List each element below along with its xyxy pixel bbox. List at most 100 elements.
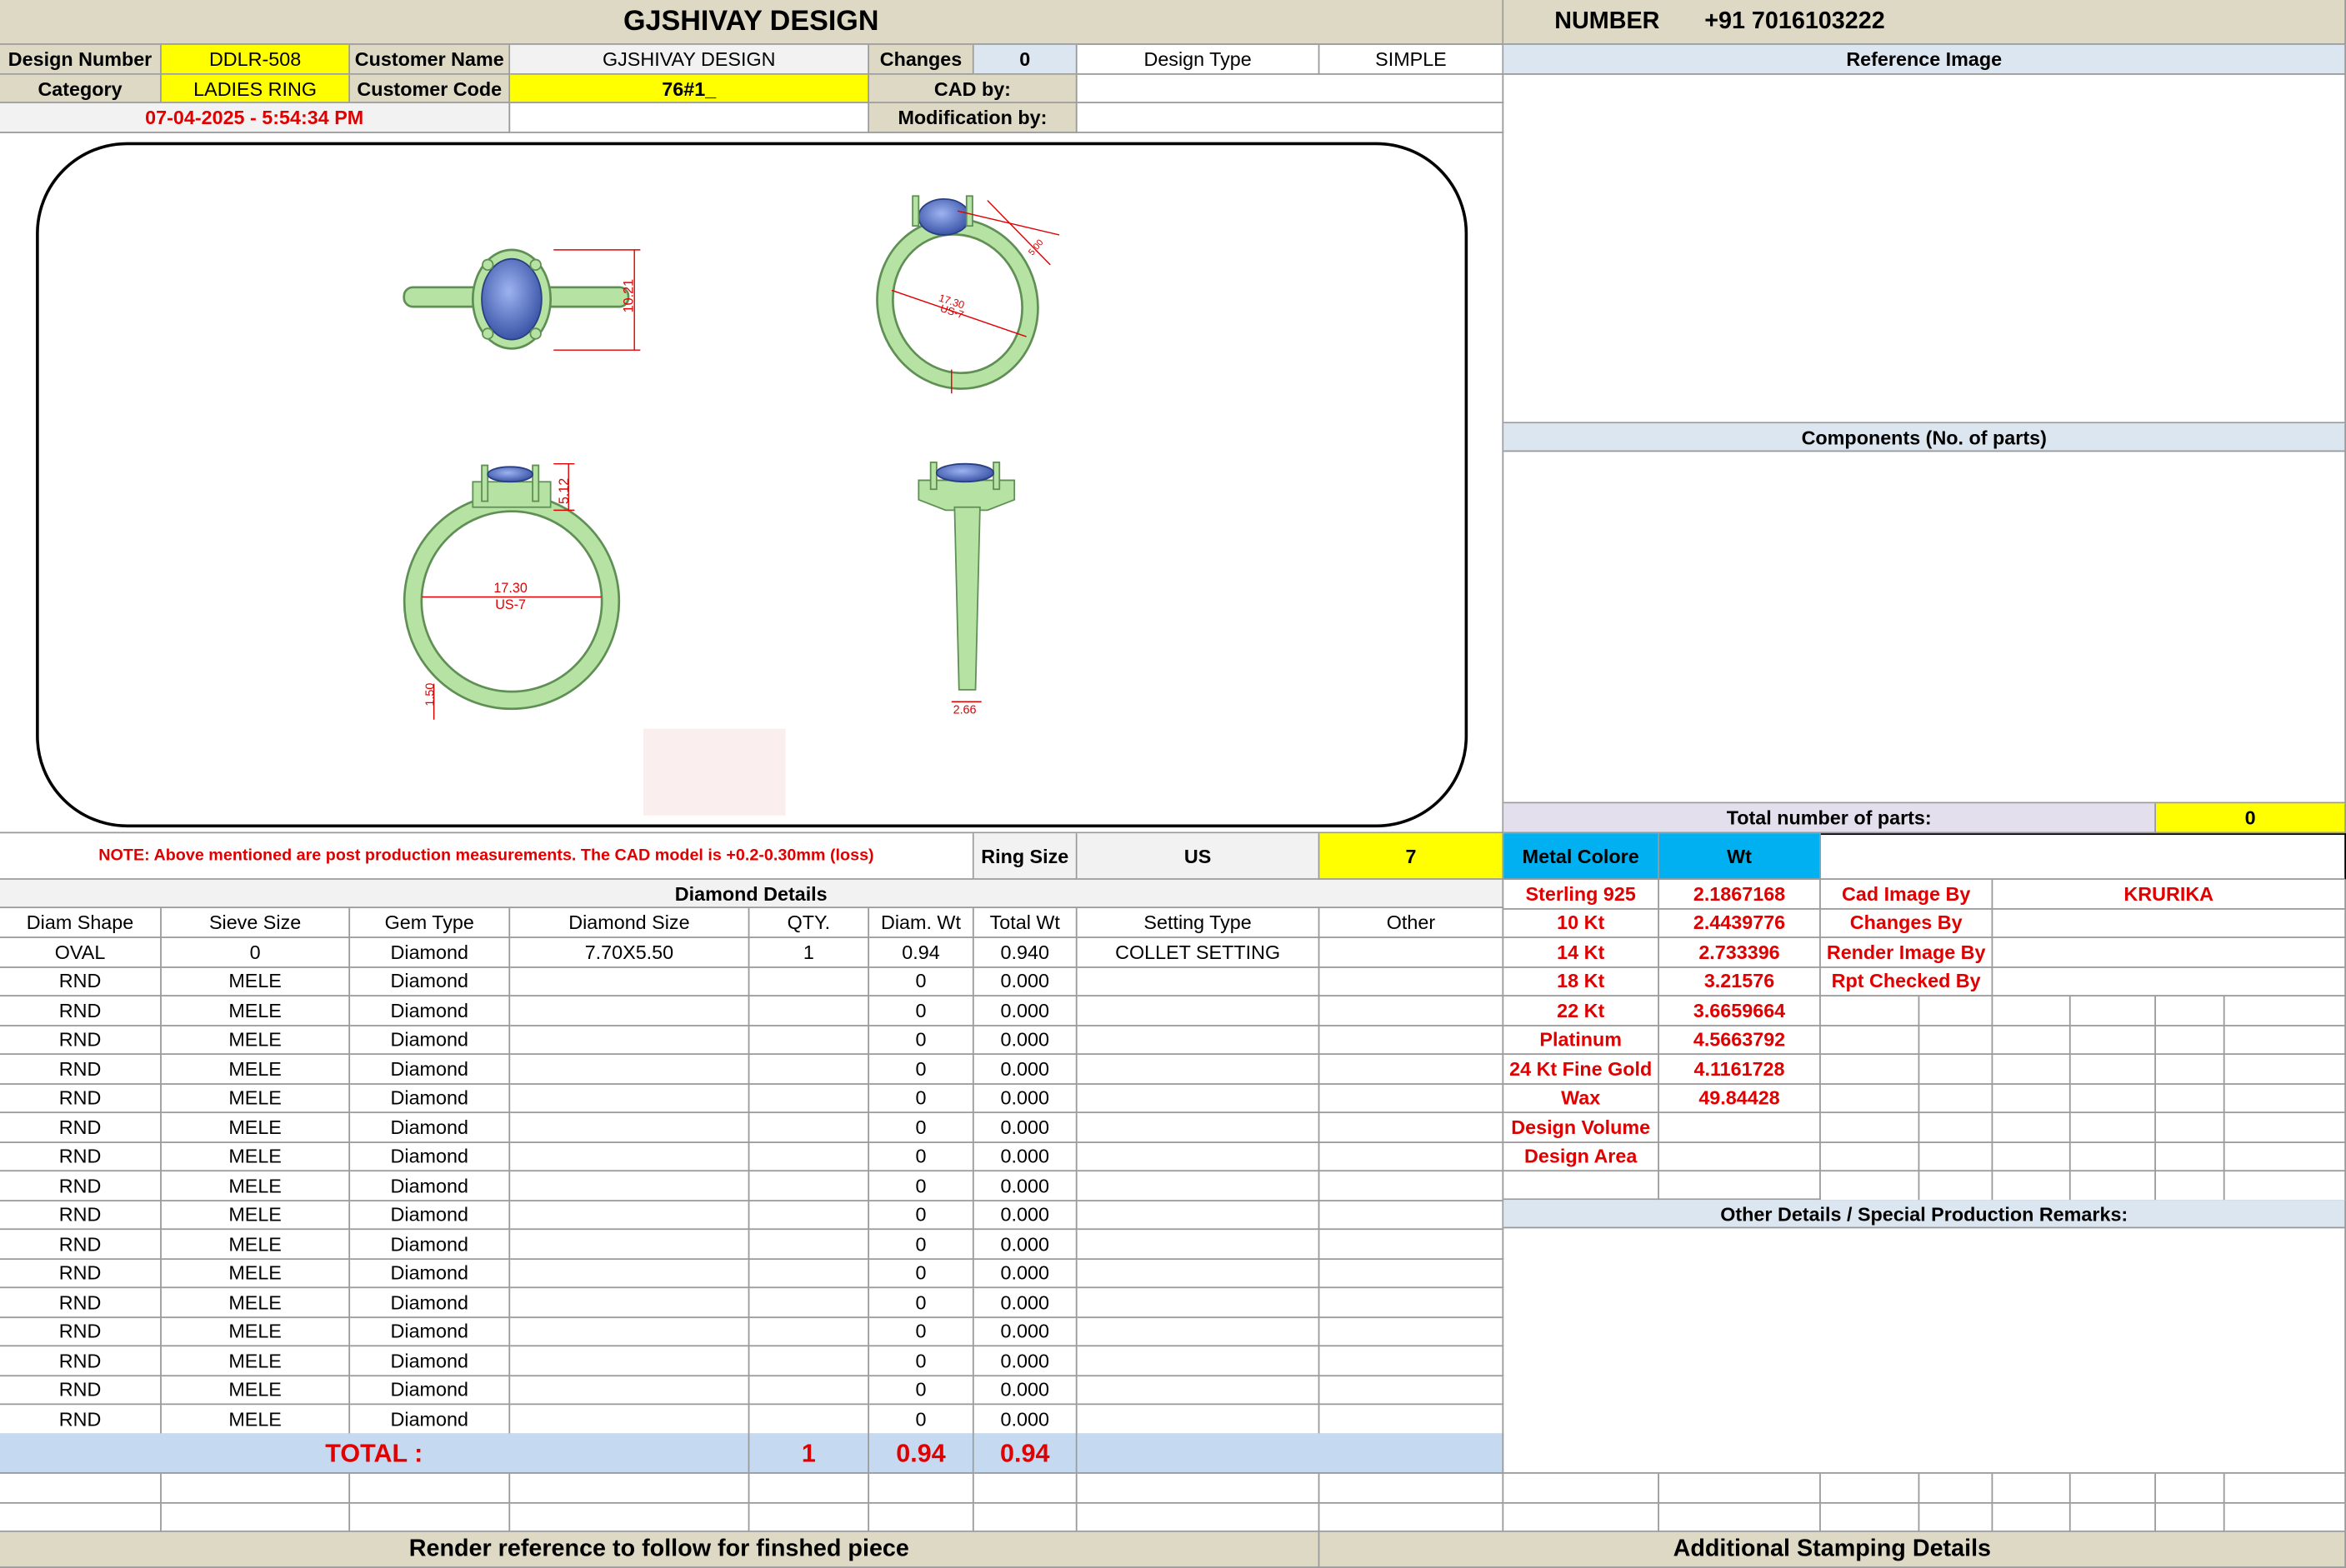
ring-size-unit: US [1077,833,1320,880]
diamond-cell-sieve-size: MELE [161,1259,351,1289]
credit-label: Rpt Checked By [1820,966,1993,997]
metal-name: 22 Kt [1503,996,1659,1026]
reference-image-area [1503,74,2346,424]
grid-cell [2155,1026,2225,1056]
ring-top-view: 10.21 [403,248,641,351]
diamond-cell-diam-wt: 0 [869,996,974,1026]
blank-cell [869,1473,974,1503]
total-parts-value: 0 [2155,803,2346,834]
metal-name: 18 Kt [1503,966,1659,997]
blank-cell [0,1502,162,1532]
changes-label: Changes [869,44,974,75]
grid-cell [1993,1055,2071,1085]
diamond-cell-gem-type: Diamond [350,1201,511,1231]
metal-weight: 4.1161728 [1658,1055,1821,1085]
metal-weight: 3.21576 [1658,966,1821,997]
blank-cell [973,1473,1078,1503]
credit-value [1993,937,2346,967]
metal-wt-header: Wt [1658,833,1821,880]
diamond-cell-diamond-size [510,1230,750,1260]
grid-cell [2224,1055,2346,1085]
diamond-cell-diam-wt: 0 [869,1346,974,1376]
diamond-cell-diam-wt: 0 [869,1405,974,1435]
blank-cell [1503,1502,1659,1532]
credit-label: Render Image By [1820,937,1993,967]
grid-cell [1993,1113,2071,1143]
diamond-cell-diamond-size [510,1376,750,1406]
metal-weight [1658,1142,1821,1172]
diamond-cell-diam-shape: RND [0,1084,162,1114]
diamond-cell-diamond-size [510,966,750,997]
grid-cell [1820,1171,1920,1201]
diamond-cell-total-wt: 0.000 [973,1084,1078,1114]
diamond-cell-diam-wt: 0 [869,1142,974,1172]
grid-cell [2070,996,2156,1026]
diamond-cell-diam-shape: RND [0,1201,162,1231]
blank-cell [1820,1473,1920,1503]
diamond-cell-setting-type [1077,1142,1320,1172]
grid-cell [1993,1171,2071,1201]
diamond-cell-gem-type: Diamond [350,1171,511,1201]
blank-cell [1919,1502,1993,1532]
diamond-cell-total-wt: 0.000 [973,1317,1078,1347]
diamond-cell-qty [749,1230,870,1260]
diamond-cell-gem-type: Diamond [350,996,511,1026]
modification-by-label: Modification by: [869,102,1078,133]
diamond-cell-gem-type: Diamond [350,1142,511,1172]
diamond-cell-diam-wt: 0.94 [869,937,974,967]
diamond-cell-sieve-size: MELE [161,1405,351,1435]
col-header-total-wt: Total Wt [973,908,1078,938]
diamond-cell-gem-type: Diamond [350,1084,511,1114]
diamond-cell-other [1319,1317,1504,1347]
diamond-details-title: Diamond Details [0,879,1504,909]
grid-cell [2224,1142,2346,1172]
grid-cell [2155,1142,2225,1172]
grid-cell [2155,1055,2225,1085]
diamond-cell-diam-shape: RND [0,1288,162,1318]
diamond-cell-other [1319,996,1504,1026]
diamond-cell-diam-wt: 0 [869,1055,974,1085]
blank-cell [749,1502,870,1532]
diamond-cell-diam-shape: RND [0,1317,162,1347]
diamond-cell-qty [749,1142,870,1172]
diamond-cell-setting-type [1077,1405,1320,1435]
customer-code-value: 76#1_ [510,74,870,103]
blank-cell [161,1473,351,1503]
diamond-cell-total-wt: 0.000 [973,1259,1078,1289]
diamond-cell-other [1319,1405,1504,1435]
diamond-cell-setting-type [1077,1026,1320,1056]
blank-cell [869,1502,974,1532]
grid-cell [1820,1142,1920,1172]
grid-cell [1919,996,1993,1026]
diamond-cell-diam-wt: 0 [869,1201,974,1231]
modification-by-value [1077,102,1504,133]
diamond-cell-diam-shape: RND [0,1346,162,1376]
dim-persp-extra: 5.00 [1027,237,1046,257]
diamond-cell-diamond-size [510,1171,750,1201]
components-header: Components (No. of parts) [1503,423,2346,452]
blank-cell [1658,1502,1821,1532]
diamond-cell-gem-type: Diamond [350,937,511,967]
diamond-cell-sieve-size: MELE [161,1288,351,1318]
ring-side-view: 2.66 [918,462,1016,717]
blank-cell [1658,1473,1821,1503]
changes-value: 0 [973,44,1078,75]
diamond-cell-setting-type [1077,966,1320,997]
grid-cell [1919,1055,1993,1085]
metal-weight: 3.6659664 [1658,996,1821,1026]
components-area [1503,452,2346,804]
diamond-cell-other [1319,1230,1504,1260]
grid-cell [1919,1026,1993,1056]
diamond-cell-sieve-size: MELE [161,1084,351,1114]
grid-cell [1820,996,1920,1026]
grid-cell [2224,996,2346,1026]
total-label: TOTAL : [0,1433,750,1474]
blank-cell [2224,1473,2346,1503]
ring-size-value: 7 [1319,833,1504,880]
diamond-cell-sieve-size: MELE [161,1201,351,1231]
diamond-cell-diamond-size [510,1317,750,1347]
grid-cell [1993,996,2071,1026]
diamond-cell-other [1319,1055,1504,1085]
blank-cell [2224,1502,2346,1532]
diamond-cell-qty [749,996,870,1026]
